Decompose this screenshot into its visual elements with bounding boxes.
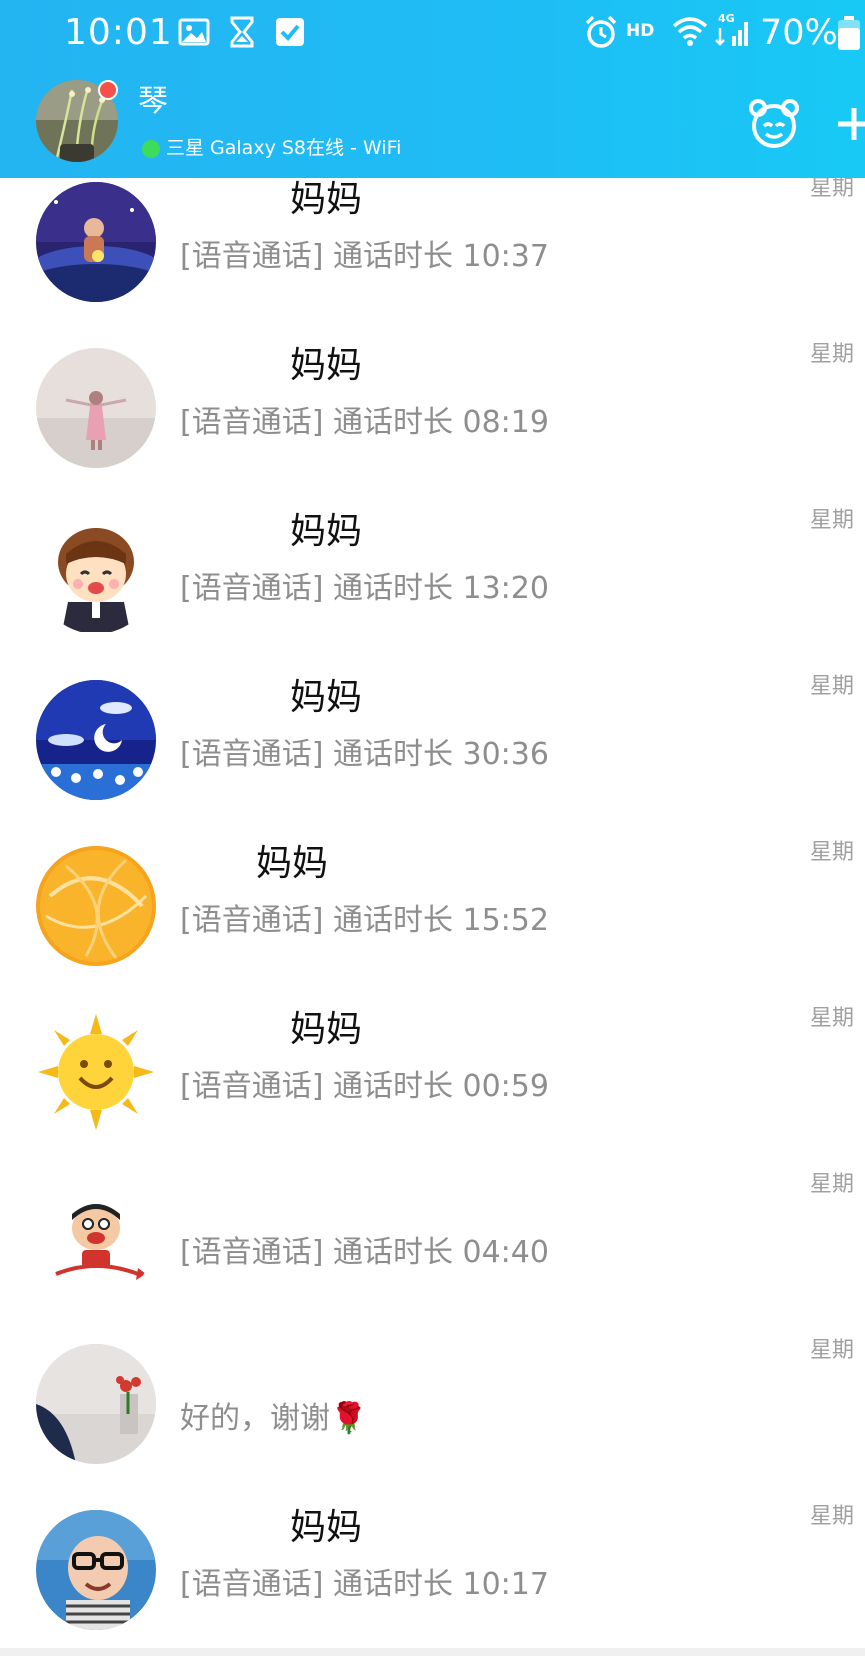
check-icon bbox=[272, 14, 308, 50]
alarm-icon bbox=[582, 13, 620, 51]
conversation-item[interactable]: 好的，谢谢🌹 星期 bbox=[0, 1312, 865, 1478]
contact-name: 妈妈 bbox=[256, 843, 329, 884]
contact-name: 妈妈 bbox=[290, 1009, 363, 1050]
message-time: 星期 bbox=[810, 1338, 855, 1363]
message-time: 星期 bbox=[810, 674, 855, 699]
message-time: 星期 bbox=[810, 342, 855, 367]
contact-name: 妈妈 bbox=[290, 345, 363, 386]
unread-dot bbox=[98, 80, 118, 100]
message-preview: [语音通话] 通话时长 13:20 bbox=[180, 571, 549, 606]
qq-message-screen: 妈妈 [语音通话] 通话时长 10:37 星期 妈妈 [语音通话] 通话时长 0… bbox=[0, 0, 865, 1656]
contact-name: 妈妈 bbox=[290, 1507, 363, 1548]
message-preview: [语音通话] 通话时长 00:59 bbox=[180, 1069, 549, 1104]
conversation-item[interactable]: 妈妈 [语音通话] 通话时长 08:19 星期 bbox=[0, 316, 865, 482]
title-bar: 琴 三星 Galaxy S8在线 - WiFi bbox=[0, 68, 865, 178]
app-header: 10:01 HD 4G 70% 琴 三星 Galaxy S8在线 - WiFi bbox=[0, 0, 865, 178]
baby-glasses-avatar[interactable] bbox=[36, 1510, 156, 1630]
cartoon-boy-avatar[interactable] bbox=[36, 514, 156, 634]
conversation-item[interactable]: 妈妈 [语音通话] 通话时长 10:17 星期 bbox=[0, 1478, 865, 1644]
network-label: 4G bbox=[718, 12, 735, 25]
contact-name: 妈妈 bbox=[290, 511, 363, 552]
contact-name: 妈妈 bbox=[290, 179, 363, 220]
message-preview: [语音通话] 通话时长 04:40 bbox=[180, 1235, 549, 1270]
gallery-icon bbox=[176, 14, 212, 50]
message-time: 星期 bbox=[810, 176, 855, 201]
contact-name: 妈妈 bbox=[290, 677, 363, 718]
message-preview: [语音通话] 通话时长 10:37 bbox=[180, 239, 549, 274]
conversation-list[interactable]: 妈妈 [语音通话] 通话时长 10:37 星期 妈妈 [语音通话] 通话时长 0… bbox=[0, 0, 865, 1656]
hd-label: HD bbox=[626, 21, 655, 41]
flowers-photo-avatar[interactable] bbox=[36, 1344, 156, 1464]
message-time: 星期 bbox=[810, 508, 855, 533]
status-bar: 10:01 HD 4G 70% bbox=[0, 0, 865, 68]
conversation-item[interactable]: 妈妈 [语音通话] 通话时长 00:59 星期 bbox=[0, 980, 865, 1146]
message-time: 星期 bbox=[810, 1172, 855, 1197]
message-preview: [语音通话] 通话时长 15:52 bbox=[180, 903, 549, 938]
girl-in-field-avatar[interactable] bbox=[36, 348, 156, 468]
status-time: 10:01 bbox=[64, 12, 173, 53]
orange-swirl-avatar[interactable] bbox=[36, 846, 156, 966]
profile-name[interactable]: 琴 bbox=[138, 84, 168, 120]
message-preview: [语音通话] 通话时长 08:19 bbox=[180, 405, 549, 440]
conversation-item[interactable]: 妈妈 [语音通话] 通话时长 30:36 星期 bbox=[0, 648, 865, 814]
night-sky-avatar[interactable] bbox=[36, 680, 156, 800]
companion-face-icon[interactable] bbox=[746, 96, 802, 152]
message-time: 星期 bbox=[810, 840, 855, 865]
message-time: 星期 bbox=[810, 1006, 855, 1031]
hourglass-icon bbox=[224, 14, 260, 50]
conversation-item[interactable]: 妈妈 [语音通话] 通话时长 15:52 星期 bbox=[0, 814, 865, 980]
conversation-item[interactable]: [语音通话] 通话时长 04:40 星期 bbox=[0, 1146, 865, 1312]
message-preview: 好的，谢谢🌹 bbox=[180, 1401, 368, 1436]
battery-icon bbox=[836, 14, 862, 52]
conversation-item[interactable]: 妈妈 [语音通话] 通话时长 13:20 星期 bbox=[0, 482, 865, 648]
signal-icon: 4G bbox=[712, 10, 752, 50]
online-status[interactable]: 三星 Galaxy S8在线 - WiFi bbox=[166, 135, 401, 161]
bottom-divider bbox=[0, 1648, 865, 1656]
wangzai-avatar[interactable] bbox=[36, 1178, 156, 1298]
message-preview: [语音通话] 通话时长 10:17 bbox=[180, 1567, 549, 1602]
sun-avatar[interactable] bbox=[36, 1012, 156, 1132]
plus-icon[interactable] bbox=[832, 96, 865, 152]
wifi-icon bbox=[670, 12, 710, 50]
message-preview: [语音通话] 通话时长 30:36 bbox=[180, 737, 549, 772]
battery-percent: 70% bbox=[760, 13, 838, 53]
message-time: 星期 bbox=[810, 1504, 855, 1529]
night-girl-avatar[interactable] bbox=[36, 182, 156, 302]
online-status-dot bbox=[142, 140, 160, 158]
